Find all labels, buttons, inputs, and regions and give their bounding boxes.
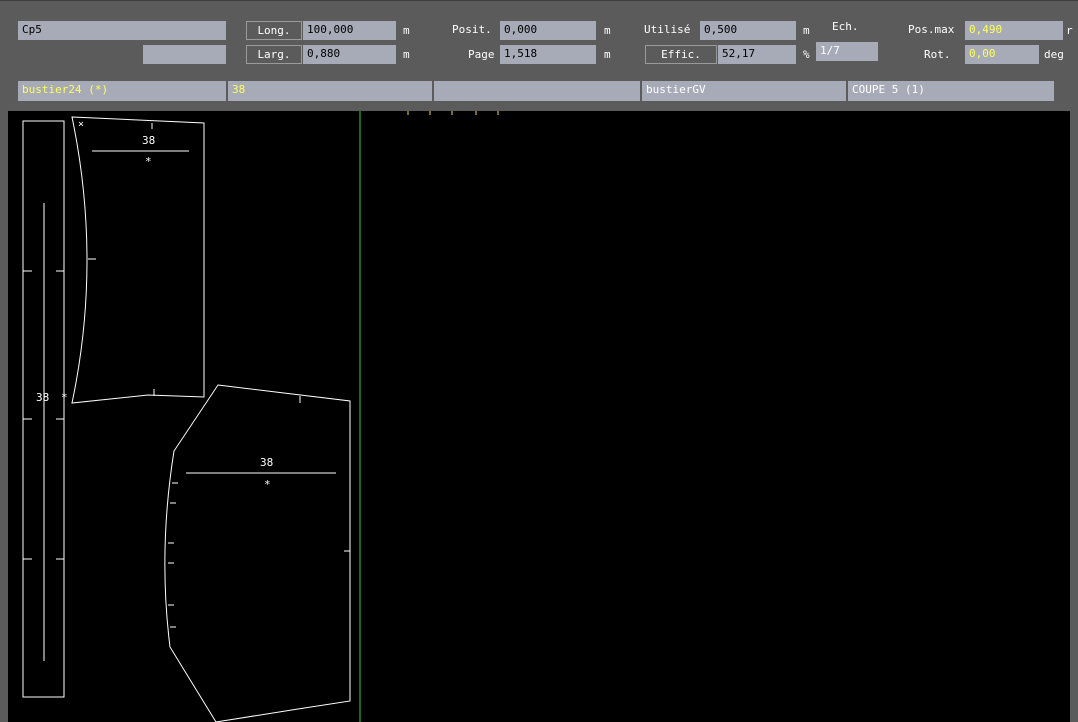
effic-unit: % [803, 48, 810, 61]
larg-field[interactable]: 0,880 [303, 45, 396, 64]
posit-field[interactable]: 0,000 [500, 21, 596, 40]
long-field[interactable]: 100,000 [303, 21, 396, 40]
larg-label: Larg. [246, 45, 302, 64]
posmax-unit: r [1066, 24, 1073, 37]
rot-unit: deg [1044, 48, 1064, 61]
piece-2-size-label: 38 [260, 456, 273, 469]
posit-label: Posit. [452, 23, 492, 36]
pattern-piece-2[interactable] [164, 384, 351, 722]
marker-canvas[interactable]: 38 * × 38 * 38 * [8, 111, 1070, 722]
ech-label: Ech. [832, 20, 859, 33]
utilise-unit: m [803, 24, 810, 37]
larg-unit: m [403, 48, 410, 61]
pattern-piece-1[interactable] [71, 116, 205, 404]
utilise-field[interactable]: 0,500 [700, 21, 796, 40]
cut-field[interactable]: COUPE 5 (1) [848, 81, 1054, 101]
strip-size-label: 38 [36, 391, 49, 404]
utilise-label: Utilisé [644, 23, 691, 36]
long-unit: m [403, 24, 410, 37]
strip-mark: * [61, 391, 68, 404]
posmax-label: Pos.max [908, 23, 955, 36]
piece-1-mark: * [145, 155, 152, 168]
strip-piece[interactable] [22, 120, 65, 698]
marker-code-field[interactable]: Cp5 [18, 21, 226, 40]
model-name-field[interactable]: bustier24 (*) [18, 81, 226, 101]
variant-field[interactable]: bustierGV [642, 81, 846, 101]
rot-label: Rot. [924, 48, 951, 61]
long-label: Long. [246, 21, 302, 40]
page-label: Page [468, 48, 495, 61]
piece-1-corner-mark: × [78, 119, 84, 130]
marker-drawing: 38 * × 38 * 38 * [22, 111, 499, 722]
marker-code-field-2[interactable] [143, 45, 226, 64]
piece-1-size-label: 38 [142, 134, 155, 147]
page-field[interactable]: 1,518 [500, 45, 596, 64]
top-tick-marks [407, 111, 499, 115]
size-field[interactable]: 38 [228, 81, 432, 101]
posmax-field[interactable]: 0,490 [965, 21, 1063, 40]
piece-2-outline [164, 384, 351, 722]
effic-field[interactable]: 52,17 [718, 45, 796, 64]
piece-2-mark: * [264, 478, 271, 491]
page-unit: m [604, 48, 611, 61]
ech-field[interactable]: 1/7 [816, 42, 878, 61]
empty-field[interactable] [434, 81, 640, 101]
rot-field[interactable]: 0,00 [965, 45, 1039, 64]
effic-label: Effic. [645, 45, 717, 64]
posit-unit: m [604, 24, 611, 37]
window-top-edge [0, 0, 1078, 8]
piece-1-outline [71, 116, 205, 404]
